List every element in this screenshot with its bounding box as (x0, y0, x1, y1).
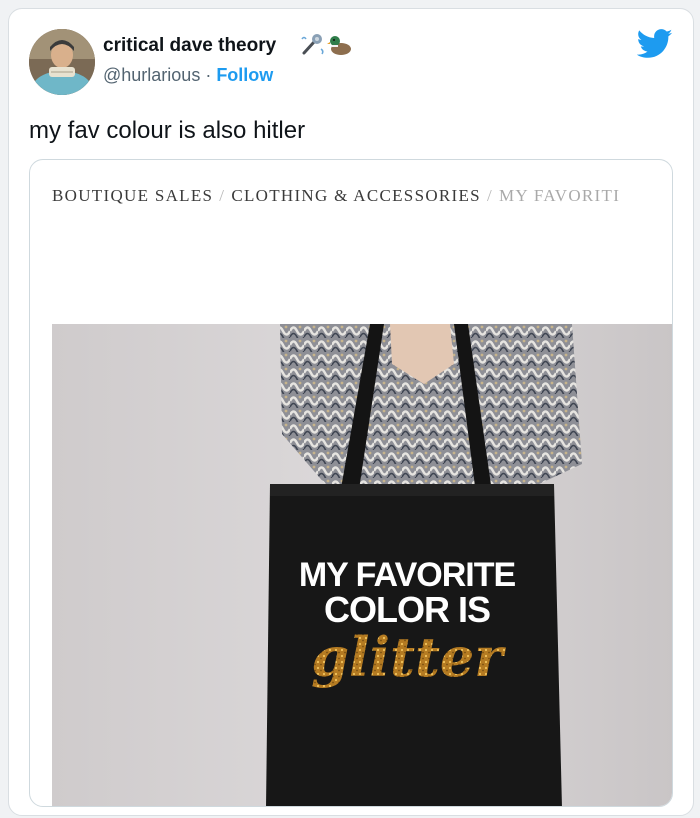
tweet-card: critical dave theory @hurlarious · Follo… (8, 8, 694, 816)
follow-button[interactable]: Follow (216, 65, 273, 85)
author-name[interactable]: critical dave theory (103, 35, 276, 57)
breadcrumb-item-boutique-sales: BOUTIQUE SALES (52, 186, 214, 205)
bag-print-line3: glitter (311, 625, 506, 689)
avatar-photo (29, 29, 95, 95)
tweet-text: my fav colour is also hitler (29, 117, 306, 144)
breadcrumb-item-clothing: CLOTHING & ACCESSORIES (231, 186, 481, 205)
breadcrumb-separator: / (219, 186, 226, 205)
bag-print-line2: COLOR IS (324, 589, 490, 630)
breadcrumb: BOUTIQUE SALES / CLOTHING & ACCESSORIES / MY… (52, 186, 620, 206)
avatar[interactable] (29, 29, 95, 95)
separator-dot: · (200, 65, 217, 85)
twitter-bird-icon[interactable] (637, 29, 673, 59)
media-card[interactable]: BOUTIQUE SALES / CLOTHING & ACCESSORIES / MY… (29, 159, 673, 807)
handle[interactable]: @hurlarious (103, 65, 200, 85)
breadcrumb-item-current: MY FAVORITI (498, 186, 621, 205)
handle-row: @hurlarious · Follow (103, 65, 273, 86)
breadcrumb-separator: / (486, 186, 493, 205)
duck-emoji-icon (327, 36, 351, 55)
microphone-emoji-icon (301, 34, 324, 55)
product-photo: MY FAVORITE COLOR IS glitter (52, 324, 672, 806)
